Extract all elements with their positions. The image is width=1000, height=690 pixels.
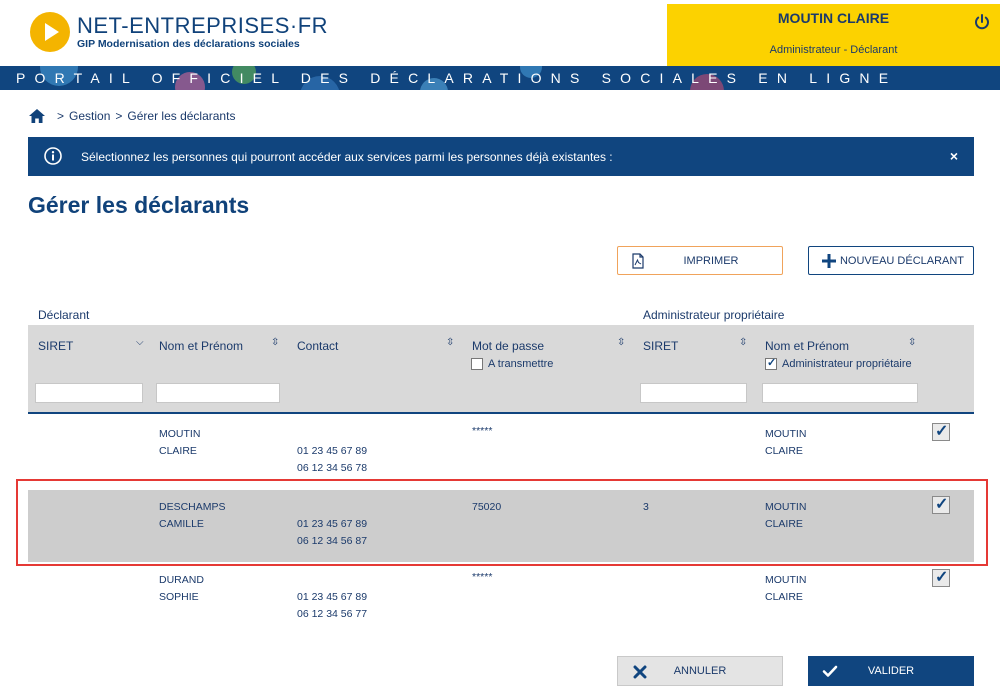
power-icon[interactable]	[974, 14, 990, 30]
row-checkbox[interactable]	[932, 421, 950, 441]
declarant-lastname: MOUTIN	[159, 428, 201, 440]
phone-1: 01 23 45 67 89	[297, 445, 368, 457]
sort-icon[interactable]: ⇳	[739, 337, 747, 348]
play-icon	[30, 12, 70, 52]
table-row[interactable]: DURAND SOPHIE 01 23 45 67 89 06 12 34 56…	[28, 563, 974, 635]
info-icon	[44, 147, 62, 165]
validate-button-label: VALIDER	[867, 665, 915, 677]
portal-banner: PORTAIL OFFICIEL DES DÉCLARATIONS SOCIAL…	[0, 66, 1000, 90]
sort-icon[interactable]: ⇳	[908, 337, 916, 348]
filter-admin-nom-prenom-input[interactable]	[762, 383, 918, 403]
column-siret[interactable]: SIRET	[38, 339, 73, 353]
alert-message: Sélectionnez les personnes qui pourront …	[81, 150, 613, 164]
a-transmettre-checkbox[interactable]	[471, 358, 483, 370]
admin-name: MOUTIN CLAIRE	[765, 499, 806, 533]
admin-lastname: MOUTIN	[765, 428, 807, 440]
sort-icon[interactable]: ⇳	[446, 337, 454, 348]
group-label-admin: Administrateur propriétaire	[643, 308, 785, 322]
sort-icon[interactable]: ⇳	[271, 337, 279, 348]
phone-2: 06 12 34 56 77	[297, 608, 368, 620]
chevron-down-icon[interactable]: ⌵	[136, 337, 144, 348]
info-alert: Sélectionnez les personnes qui pourront …	[28, 137, 974, 176]
pdf-icon	[632, 253, 644, 269]
new-declarant-button[interactable]: NOUVEAU DÉCLARANT	[808, 246, 974, 275]
group-label-declarant: Déclarant	[38, 308, 90, 322]
admin-lastname: MOUTIN	[765, 501, 807, 513]
check-icon	[822, 665, 838, 677]
home-icon[interactable]	[28, 108, 46, 124]
a-transmettre-label: A transmettre	[488, 358, 554, 370]
logo-subtitle: GIP Modernisation des déclarations socia…	[77, 37, 300, 50]
password-value: *****	[472, 425, 493, 437]
table-header: SIRET ⌵ Nom et Prénom ⇳ Contact ⇳ Mot de…	[28, 325, 974, 414]
column-nom-prenom[interactable]: Nom et Prénom	[159, 339, 243, 353]
admin-name: MOUTIN CLAIRE	[765, 572, 806, 606]
admin-lastname: MOUTIN	[765, 574, 807, 586]
declarant-lastname: DESCHAMPS	[159, 501, 226, 513]
print-button[interactable]: IMPRIMER	[617, 246, 783, 275]
row-checkbox[interactable]	[932, 494, 950, 514]
filter-siret-input[interactable]	[35, 383, 143, 403]
net-entreprises-logo[interactable]: NET-ENTREPRISES·FR GIP Modernisation des…	[30, 12, 328, 52]
password-value: 75020	[472, 501, 502, 513]
declarant-contact: 01 23 45 67 89 06 12 34 56 78	[297, 443, 367, 477]
admin-proprietaire-label: Administrateur propriétaire	[782, 358, 912, 370]
declarant-name: DURAND SOPHIE	[159, 572, 204, 606]
plus-icon	[822, 254, 836, 268]
logo-title: NET-ENTREPRISES·FR	[77, 12, 329, 38]
close-icon	[633, 665, 647, 679]
breadcrumb-gestion[interactable]: Gestion	[69, 109, 110, 123]
password-value: *****	[472, 571, 493, 583]
declarant-firstname: CAMILLE	[159, 518, 204, 530]
declarant-contact: 01 23 45 67 89 06 12 34 56 87	[297, 516, 367, 550]
declarant-lastname: DURAND	[159, 574, 204, 586]
sort-icon[interactable]: ⇳	[617, 337, 625, 348]
filter-admin-siret-input[interactable]	[640, 383, 747, 403]
breadcrumb-current: Gérer les déclarants	[127, 109, 236, 123]
breadcrumb-separator: >	[57, 109, 65, 123]
page-title: Gérer les déclarants	[28, 192, 250, 218]
print-button-label: IMPRIMER	[683, 254, 739, 267]
admin-firstname: CLAIRE	[765, 518, 803, 530]
user-name[interactable]: MOUTIN CLAIRE	[667, 10, 1000, 26]
admin-siret-value: 3	[643, 501, 649, 513]
declarant-name: DESCHAMPS CAMILLE	[159, 499, 226, 533]
declarant-name: MOUTIN CLAIRE	[159, 426, 200, 460]
column-admin-nom-prenom[interactable]: Nom et Prénom	[765, 339, 849, 353]
phone-2: 06 12 34 56 78	[297, 462, 368, 474]
new-declarant-button-label: NOUVEAU DÉCLARANT	[839, 254, 965, 267]
close-icon[interactable]: ×	[950, 148, 958, 164]
table-row-selected[interactable]: DESCHAMPS CAMILLE 01 23 45 67 89 06 12 3…	[28, 490, 974, 562]
column-mot-de-passe[interactable]: Mot de passe	[472, 339, 544, 353]
cancel-button[interactable]: ANNULER	[617, 656, 783, 686]
admin-firstname: CLAIRE	[765, 445, 803, 457]
user-panel: MOUTIN CLAIRE Administrateur - Déclarant	[667, 4, 1000, 66]
table-row[interactable]: MOUTIN CLAIRE 01 23 45 67 89 06 12 34 56…	[28, 417, 974, 489]
declarant-firstname: SOPHIE	[159, 591, 199, 603]
user-role: Administrateur - Déclarant	[769, 44, 898, 56]
row-checkbox[interactable]	[932, 567, 950, 587]
site-header: NET-ENTREPRISES·FR GIP Modernisation des…	[0, 0, 1000, 66]
column-contact[interactable]: Contact	[297, 339, 338, 353]
declarant-contact: 01 23 45 67 89 06 12 34 56 77	[297, 589, 367, 623]
validate-button[interactable]: VALIDER	[808, 656, 974, 686]
admin-proprietaire-checkbox[interactable]	[765, 356, 777, 370]
portal-banner-text: PORTAIL OFFICIEL DES DÉCLARATIONS SOCIAL…	[16, 70, 898, 86]
phone-1: 01 23 45 67 89	[297, 591, 368, 603]
breadcrumb-separator: >	[115, 109, 123, 123]
declarant-firstname: CLAIRE	[159, 445, 197, 457]
phone-2: 06 12 34 56 87	[297, 535, 368, 547]
phone-1: 01 23 45 67 89	[297, 518, 368, 530]
cancel-button-label: ANNULER	[673, 665, 727, 677]
column-admin-siret[interactable]: SIRET	[643, 339, 678, 353]
breadcrumb: > Gestion > Gérer les déclarants	[28, 108, 235, 124]
admin-name: MOUTIN CLAIRE	[765, 426, 806, 460]
filter-nom-prenom-input[interactable]	[156, 383, 280, 403]
admin-firstname: CLAIRE	[765, 591, 803, 603]
